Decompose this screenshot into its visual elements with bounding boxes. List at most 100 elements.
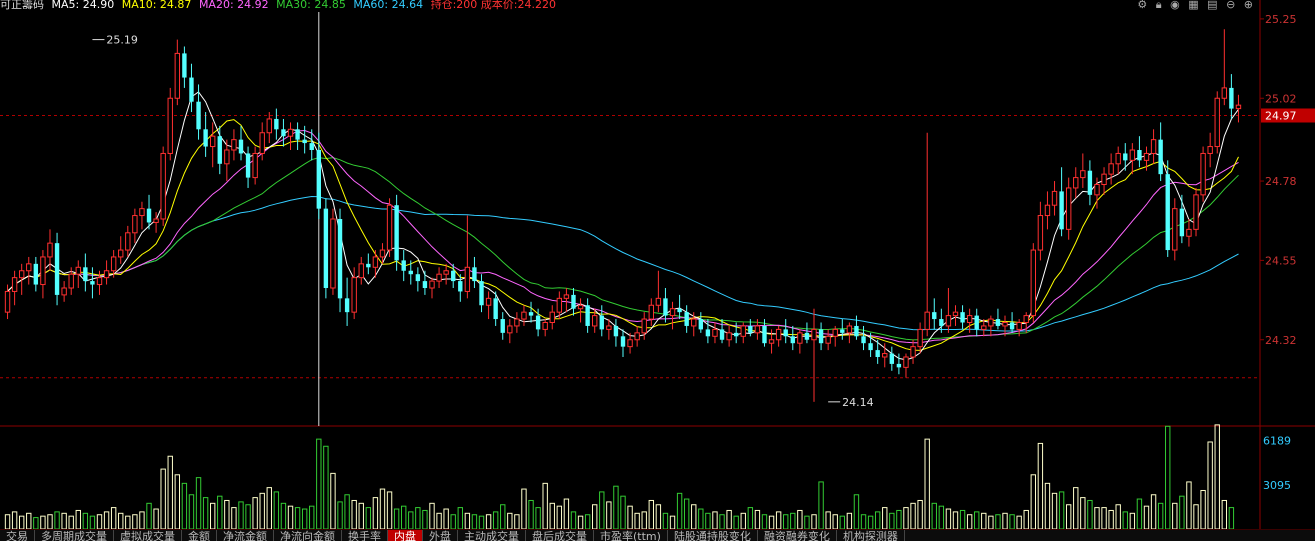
- candle-body: [1094, 184, 1100, 196]
- volume-bar: [188, 494, 195, 529]
- volume-bar: [118, 512, 124, 529]
- volume-bar: [846, 512, 853, 529]
- volume-bar: [238, 501, 244, 529]
- volume-bar: [500, 504, 506, 529]
- candle-body: [309, 143, 314, 150]
- volume-bar: [655, 504, 662, 529]
- candle-body: [889, 353, 895, 364]
- tab-7[interactable]: 内盘: [388, 530, 423, 541]
- candle-body: [556, 297, 563, 313]
- volume-bar: [450, 514, 456, 529]
- volume-bar: [485, 514, 492, 529]
- volume-bar: [917, 499, 923, 529]
- volume-bar: [401, 505, 407, 529]
- tab-13[interactable]: 融资融券变化: [758, 530, 837, 541]
- candle-body: [323, 208, 329, 288]
- candle-body: [571, 294, 576, 309]
- candle-body: [1207, 146, 1213, 154]
- volume-bar: [245, 504, 251, 529]
- candle-body: [68, 273, 74, 289]
- candle-body: [1214, 97, 1220, 148]
- candle-body: [542, 322, 548, 330]
- volume-bar: [47, 514, 53, 529]
- tab-1[interactable]: 多周期成交量: [35, 530, 114, 541]
- volume-bar: [337, 501, 343, 529]
- candle-body: [945, 315, 952, 327]
- candle-body: [1009, 322, 1015, 330]
- tab-10[interactable]: 盘后成交量: [526, 530, 594, 541]
- tab-4[interactable]: 净流金额: [217, 530, 274, 541]
- volume-bar: [521, 488, 527, 529]
- candle-body: [33, 263, 39, 285]
- candle-body: [577, 304, 584, 310]
- candle-body: [684, 312, 689, 326]
- volume-bar: [882, 507, 888, 529]
- candle-body: [245, 153, 251, 178]
- volume-bar: [436, 512, 442, 529]
- volume-bar: [938, 505, 945, 529]
- tab-8[interactable]: 外盘: [423, 530, 458, 541]
- volume-bar: [443, 508, 449, 529]
- candle-body: [379, 249, 386, 258]
- price-tick-label: 24.78: [1265, 175, 1297, 188]
- tab-12[interactable]: 陆股通持股变化: [668, 530, 758, 541]
- tab-9[interactable]: 主动成交量: [458, 530, 526, 541]
- candle-body: [174, 52, 181, 99]
- volume-bar: [309, 505, 315, 529]
- volume-bar: [358, 502, 364, 529]
- volume-bar: [669, 515, 676, 529]
- volume-bar: [775, 511, 782, 529]
- candle-body: [330, 218, 336, 289]
- candle-body: [875, 350, 880, 357]
- candle-body: [896, 363, 902, 368]
- candle-body: [103, 270, 110, 279]
- tab-3[interactable]: 金额: [182, 530, 217, 541]
- volume-bar: [89, 515, 96, 529]
- volume-bar: [945, 508, 952, 529]
- volume-bar: [273, 491, 280, 529]
- candle-body: [754, 325, 761, 334]
- volume-bar: [783, 514, 789, 529]
- candle-body: [939, 319, 944, 326]
- volume-bar: [1214, 424, 1220, 529]
- volume-bar: [1115, 504, 1121, 529]
- candle-body: [535, 315, 541, 330]
- candle-body: [606, 325, 612, 330]
- candle-body: [854, 325, 859, 337]
- candle-body: [1150, 139, 1157, 154]
- candle-body: [274, 118, 279, 130]
- candle-body: [54, 243, 60, 295]
- volume-bar: [294, 507, 301, 529]
- volume-bar: [606, 501, 612, 529]
- candle-body: [797, 332, 803, 344]
- volume-bar: [570, 511, 577, 529]
- volume-bar: [82, 512, 89, 529]
- volume-bar: [1136, 498, 1143, 529]
- candle-body: [846, 325, 853, 334]
- kline-chart[interactable]: 25.25 25.02 24.78 24.55 24.32 24.97 6189 3095 25…: [0, 0, 1315, 529]
- volume-bar: [740, 512, 746, 529]
- candle-body: [464, 266, 471, 292]
- volume-bar: [471, 514, 478, 529]
- candle-body: [259, 132, 265, 154]
- candle-body: [401, 260, 406, 271]
- candle-body: [1087, 170, 1093, 195]
- volume-bar: [11, 511, 18, 529]
- candle-body: [1080, 170, 1086, 179]
- candle-body: [1235, 104, 1242, 110]
- volume-bar: [804, 515, 810, 529]
- candle-body: [1193, 194, 1199, 230]
- volume-bar: [648, 499, 654, 529]
- candle-body: [1016, 322, 1022, 330]
- candle-body: [485, 297, 492, 306]
- tab-14[interactable]: 机构探测器: [837, 530, 905, 541]
- tab-2[interactable]: 虚拟成交量: [114, 530, 182, 541]
- volume-bar: [252, 497, 258, 529]
- tab-0[interactable]: 交易: [0, 530, 35, 541]
- tab-6[interactable]: 换手率: [342, 530, 388, 541]
- volume-bar: [563, 498, 570, 529]
- tab-11[interactable]: 市盈率(ttm): [594, 530, 668, 541]
- tab-5[interactable]: 净流向金额: [274, 530, 342, 541]
- volume-bar: [174, 474, 181, 529]
- volume-bar: [797, 509, 803, 529]
